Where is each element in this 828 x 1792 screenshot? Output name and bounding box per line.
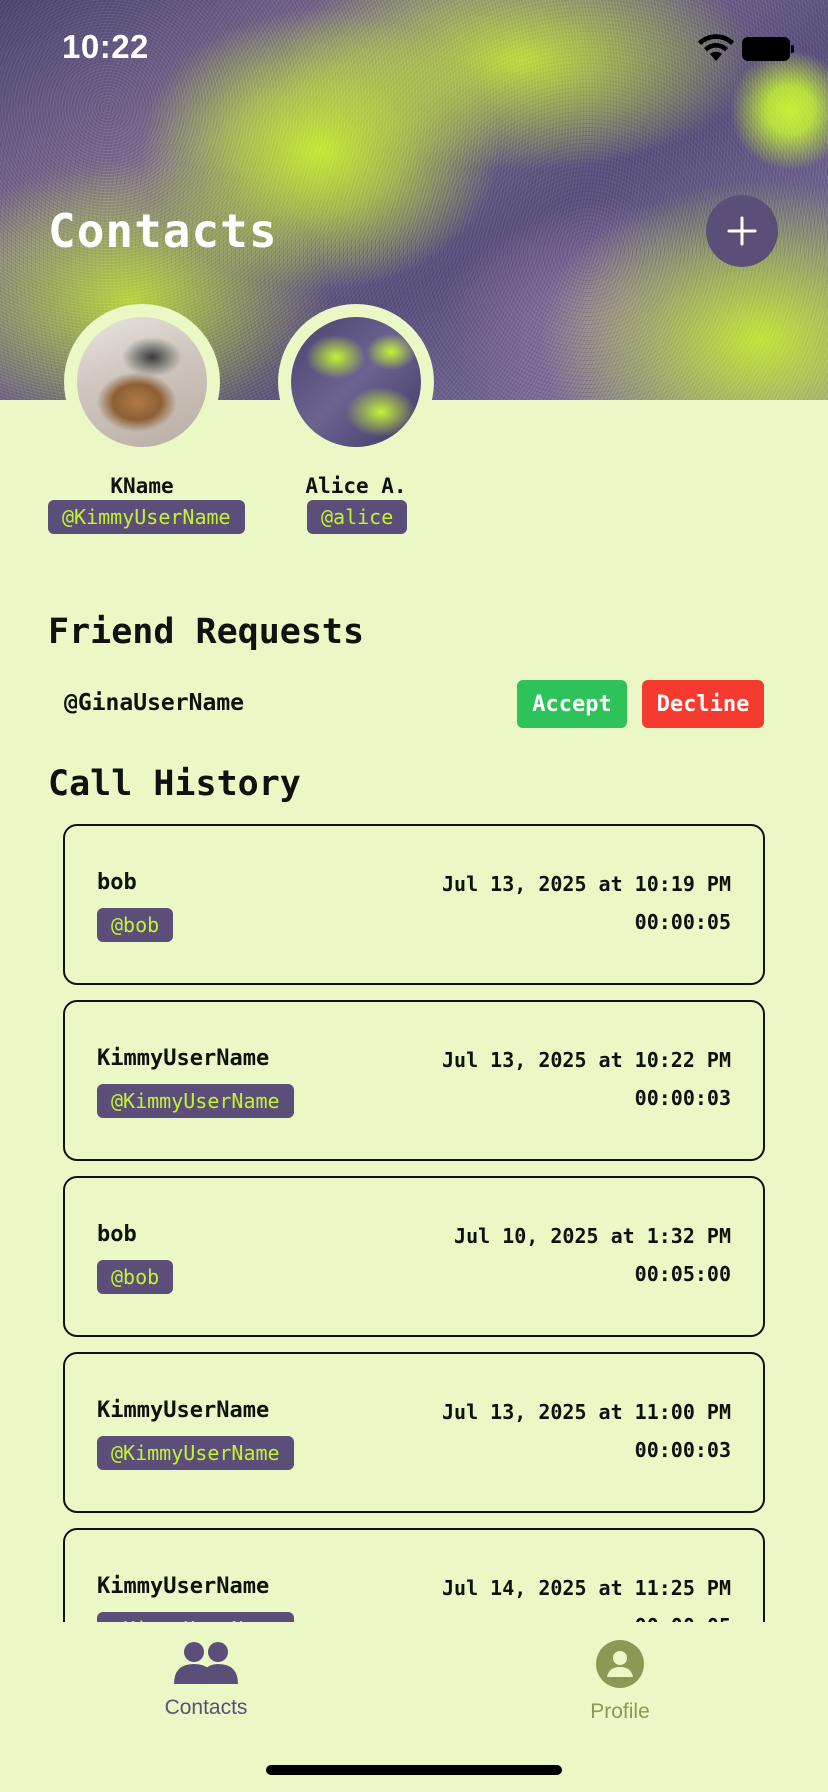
call-name: bob: [97, 1222, 137, 1247]
avatar-ring: [64, 304, 220, 460]
call-duration: 00:05:00: [634, 1262, 731, 1286]
call-name: KimmyUserName: [97, 1574, 270, 1599]
call-handle-badge: @bob: [97, 908, 174, 942]
status-time: 10:22: [62, 28, 149, 65]
call-card[interactable]: KimmyUserName @KimmyUserName Jul 13, 202…: [63, 1000, 765, 1161]
tab-label: Profile: [590, 1700, 650, 1723]
call-date: Jul 13, 2025 at 10:19 PM: [442, 872, 731, 896]
contact-item[interactable]: KName: [64, 304, 220, 498]
request-handle: @GinaUserName: [64, 690, 245, 716]
call-date: Jul 13, 2025 at 10:22 PM: [442, 1048, 731, 1072]
page-title: Contacts: [48, 204, 278, 258]
call-handle-badge: @KimmyUserName: [97, 1436, 294, 1470]
tab-profile[interactable]: Profile: [520, 1640, 720, 1724]
call-card[interactable]: KimmyUserName @KimmyUserName Jul 13, 202…: [63, 1352, 765, 1513]
home-indicator: [266, 1765, 562, 1775]
people-icon: [174, 1642, 238, 1684]
wifi-icon: [698, 34, 734, 61]
call-history-list[interactable]: bob @bob Jul 13, 2025 at 10:19 PM 00:00:…: [0, 822, 828, 1622]
call-date: Jul 10, 2025 at 1:32 PM: [454, 1224, 731, 1248]
tab-bar: Contacts Profile: [0, 1622, 828, 1792]
call-card[interactable]: KimmyUserName @KimmyUserName Jul 14, 202…: [63, 1528, 765, 1622]
person-circle-icon: [596, 1640, 644, 1688]
call-handle-badge: @KimmyUserName: [97, 1084, 294, 1118]
call-duration: 00:00:03: [634, 1086, 731, 1110]
call-card[interactable]: bob @bob Jul 13, 2025 at 10:19 PM 00:00:…: [63, 824, 765, 985]
call-history-title: Call History: [48, 764, 301, 804]
battery-icon: [742, 37, 794, 61]
contact-handle-wrap: @alice: [307, 500, 408, 534]
avatar: [77, 317, 207, 447]
call-date: Jul 14, 2025 at 11:25 PM: [442, 1576, 731, 1600]
accept-button[interactable]: Accept: [517, 680, 627, 728]
call-handle-badge: @KimmyUserName: [97, 1612, 294, 1622]
call-name: KimmyUserName: [97, 1398, 270, 1423]
contact-handle-badge: @KimmyUserName: [48, 500, 245, 534]
contact-handle-wrap: @KimmyUserName: [48, 500, 245, 534]
call-handle-badge: @bob: [97, 1260, 174, 1294]
call-duration: 00:00:05: [634, 910, 731, 934]
call-duration: 00:00:05: [635, 1614, 731, 1622]
call-duration: 00:00:03: [634, 1438, 731, 1462]
plus-icon: [727, 216, 757, 246]
decline-button[interactable]: Decline: [642, 680, 764, 728]
call-name: KimmyUserName: [97, 1046, 270, 1071]
contacts-row: KName Alice A. @KimmyUserName @alice: [0, 304, 828, 544]
tab-label: Contacts: [164, 1696, 248, 1719]
friend-request-row: @GinaUserName Accept Decline: [64, 680, 764, 728]
contact-item[interactable]: Alice A.: [278, 304, 434, 498]
add-contact-button[interactable]: [706, 195, 778, 267]
contact-handle-badge: @alice: [307, 500, 408, 534]
friend-requests-title: Friend Requests: [48, 612, 365, 652]
contact-name: Alice A.: [305, 474, 407, 498]
avatar-ring: [278, 304, 434, 460]
call-date: Jul 13, 2025 at 11:00 PM: [442, 1400, 731, 1424]
avatar: [291, 317, 421, 447]
call-card[interactable]: bob @bob Jul 10, 2025 at 1:32 PM 00:05:0…: [63, 1176, 765, 1337]
tab-contacts[interactable]: Contacts: [106, 1640, 306, 1720]
call-name: bob: [97, 870, 137, 895]
contact-name: KName: [110, 474, 174, 498]
status-bar: 10:22: [0, 0, 828, 100]
